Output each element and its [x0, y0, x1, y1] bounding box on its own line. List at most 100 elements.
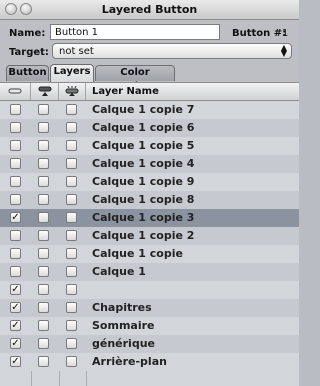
header-column-1[interactable] — [0, 83, 31, 100]
layer-name: générique — [92, 337, 155, 350]
layer-name: Sommaire — [92, 319, 155, 332]
layer-name: Arrière-plan — [92, 355, 167, 368]
layer-checkbox-2[interactable] — [38, 248, 49, 259]
layer-checkbox-1[interactable] — [10, 194, 21, 205]
layer-name: Calque 1 copie 9 — [92, 175, 195, 188]
layer-row[interactable]: Calque 1 copie 5 — [0, 137, 299, 155]
layer-name: Calque 1 copie 5 — [92, 139, 195, 152]
layer-checkbox-3[interactable] — [66, 302, 77, 313]
layer-checkbox-1[interactable]: ✓ — [10, 320, 21, 331]
layer-rows: Calque 1 copie 7 Calque 1 copie 6 Calque 1… — [0, 101, 299, 371]
layer-checkbox-3[interactable] — [66, 122, 77, 133]
layer-row[interactable]: ✓ Arrière-plan — [0, 353, 299, 371]
layer-checkbox-2[interactable] — [38, 194, 49, 205]
layer-checkbox-3[interactable] — [66, 284, 77, 295]
layer-row[interactable]: Calque 1 copie 2 — [0, 227, 299, 245]
layer-name-header: Layer Name — [92, 86, 159, 97]
layer-row[interactable]: Calque 1 copie — [0, 245, 299, 263]
header-layer-name[interactable]: Layer Name — [86, 83, 299, 100]
layer-checkbox-1[interactable] — [10, 248, 21, 259]
button-number-label: Button #: — [232, 28, 287, 39]
layer-checkbox-1[interactable] — [10, 140, 21, 151]
layer-row[interactable]: ✓ Sommaire — [0, 317, 299, 335]
layer-checkbox-2[interactable] — [38, 230, 49, 241]
layer-checkbox-3[interactable] — [66, 158, 77, 169]
tab-layers[interactable]: Layers — [50, 64, 94, 82]
layer-row[interactable]: ✓ Calque 1 copie 3 — [0, 209, 299, 227]
layer-checkbox-3[interactable] — [66, 176, 77, 187]
layer-checkbox-3[interactable] — [66, 248, 77, 259]
layer-name: Calque 1 copie 6 — [92, 121, 195, 134]
layer-checkbox-3[interactable] — [66, 194, 77, 205]
layer-checkbox-3[interactable] — [66, 266, 77, 277]
layer-name: Calque 1 copie 7 — [92, 103, 195, 116]
table-header: Layer Name — [0, 83, 299, 101]
target-select[interactable]: not set ▲ ▼ — [52, 43, 292, 59]
layer-name: Chapitres — [92, 301, 152, 314]
layer-row[interactable]: Calque 1 copie 6 — [0, 119, 299, 137]
layer-checkbox-3[interactable] — [66, 104, 77, 115]
layer-checkbox-1[interactable] — [10, 176, 21, 187]
layer-row[interactable]: ✓ Chapitres — [0, 299, 299, 317]
button-info-panel: Name: Button 1 Button #: 1 Target: not s… — [0, 20, 299, 64]
layer-checkbox-1[interactable]: ✓ — [10, 338, 21, 349]
layer-checkbox-2[interactable] — [38, 338, 49, 349]
layer-row[interactable]: Calque 1 copie 4 — [0, 155, 299, 173]
layer-checkbox-2[interactable] — [38, 104, 49, 115]
layer-checkbox-2[interactable] — [38, 140, 49, 151]
layer-row[interactable]: Calque 1 copie 8 — [0, 191, 299, 209]
layer-name: Calque 1 — [92, 265, 146, 278]
layer-row[interactable]: Calque 1 — [0, 263, 299, 281]
layer-checkbox-2[interactable] — [38, 122, 49, 133]
button-activated-icon — [65, 86, 79, 96]
layer-checkbox-1[interactable] — [10, 230, 21, 241]
layer-row[interactable]: ✓ — [0, 281, 299, 299]
button-selected-icon — [38, 86, 51, 96]
layer-checkbox-1[interactable] — [10, 158, 21, 169]
target-label: Target: — [9, 47, 49, 58]
layer-checkbox-3[interactable] — [66, 356, 77, 367]
layer-checkbox-1[interactable]: ✓ — [10, 212, 21, 223]
tab-button[interactable]: Button — [6, 65, 49, 81]
button-normal-icon — [8, 88, 22, 94]
layer-name: Calque 1 copie 3 — [92, 211, 195, 224]
layer-name: Calque 1 copie 4 — [92, 157, 195, 170]
button-number-value: 1 — [282, 28, 289, 39]
layer-checkbox-2[interactable] — [38, 212, 49, 223]
layer-checkbox-3[interactable] — [66, 338, 77, 349]
layer-checkbox-2[interactable] — [38, 320, 49, 331]
layered-button-window: Layered Button Name: Button 1 Button #: … — [0, 0, 299, 386]
layer-checkbox-1[interactable]: ✓ — [10, 302, 21, 313]
layer-row[interactable]: Calque 1 copie 9 — [0, 173, 299, 191]
layer-checkbox-2[interactable] — [38, 302, 49, 313]
layer-checkbox-3[interactable] — [66, 230, 77, 241]
layer-checkbox-1[interactable] — [10, 104, 21, 115]
name-field[interactable]: Button 1 — [50, 24, 220, 40]
layer-row[interactable]: ✓ générique — [0, 335, 299, 353]
layer-checkbox-3[interactable] — [66, 320, 77, 331]
layer-checkbox-1[interactable] — [10, 266, 21, 277]
layer-checkbox-1[interactable] — [10, 122, 21, 133]
layer-name: Calque 1 copie 8 — [92, 193, 195, 206]
layer-checkbox-3[interactable] — [66, 140, 77, 151]
layer-checkbox-1[interactable]: ✓ — [10, 356, 21, 367]
name-label: Name: — [9, 28, 46, 39]
layer-row[interactable]: Calque 1 copie 7 — [0, 101, 299, 119]
layer-checkbox-2[interactable] — [38, 356, 49, 367]
title-bar[interactable]: Layered Button — [0, 0, 299, 20]
layer-checkbox-2[interactable] — [38, 266, 49, 277]
layer-checkbox-2[interactable] — [38, 284, 49, 295]
layers-table: Layer Name Calque 1 copie 7 Calque 1 copi… — [0, 82, 299, 386]
layer-checkbox-1[interactable]: ✓ — [10, 284, 21, 295]
tab-bar: Button Layers Color Settings — [0, 64, 299, 92]
layer-checkbox-3[interactable] — [66, 212, 77, 223]
target-select-value: not set — [59, 46, 94, 57]
window-title: Layered Button — [101, 3, 198, 16]
layer-checkbox-2[interactable] — [38, 158, 49, 169]
tab-color-settings[interactable]: Color Settings — [95, 65, 175, 92]
layer-checkbox-2[interactable] — [38, 176, 49, 187]
header-column-2[interactable] — [31, 83, 59, 100]
layer-name: Calque 1 copie — [92, 247, 183, 260]
header-column-3[interactable] — [59, 83, 86, 100]
layer-name: Calque 1 copie 2 — [92, 229, 195, 242]
